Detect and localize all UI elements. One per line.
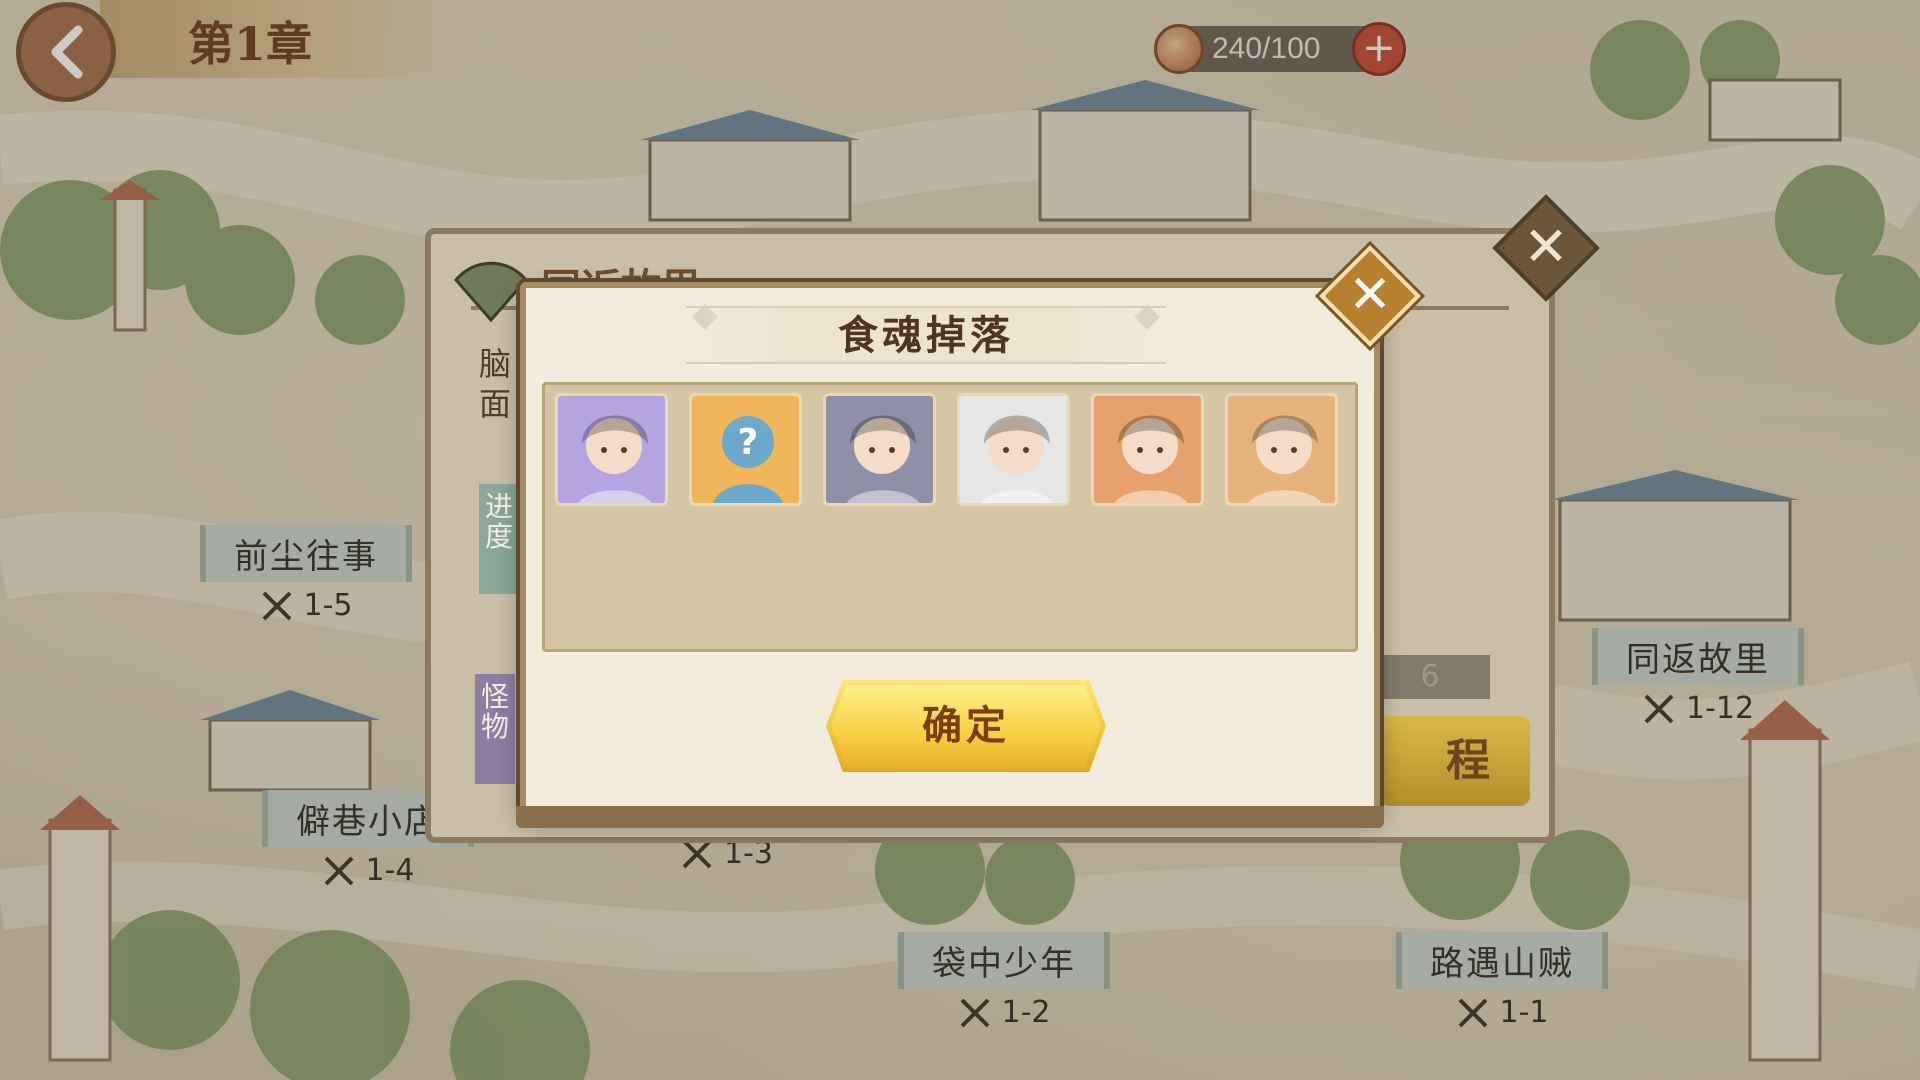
character-portrait xyxy=(1228,396,1335,503)
fan-icon xyxy=(454,261,528,323)
confirm-button[interactable]: 确定 xyxy=(826,680,1106,772)
drop-preview-dialog: 食魂掉落 ✕ ? 确定 xyxy=(516,245,1421,828)
reward-card-unknown-character[interactable]: ? xyxy=(689,393,802,506)
reward-card-black-hair-character[interactable] xyxy=(957,393,1070,506)
svg-text:?: ? xyxy=(738,422,759,463)
reward-list: ? xyxy=(542,382,1358,652)
character-portrait xyxy=(960,396,1067,503)
dialog-bottom-band xyxy=(516,806,1384,828)
question-mark-icon: ? xyxy=(692,396,799,503)
character-portrait xyxy=(1094,396,1201,503)
close-icon: ✕ xyxy=(1348,265,1392,325)
reward-card-blonde-character[interactable] xyxy=(555,393,668,506)
reward-card-grey-character[interactable] xyxy=(823,393,936,506)
dialog-title-bar: 食魂掉落 xyxy=(686,306,1166,364)
dialog-title: 食魂掉落 xyxy=(838,312,1014,359)
tab-progress[interactable]: 进度 xyxy=(479,484,519,594)
close-icon: ✕ xyxy=(1523,215,1569,278)
stage-description: 脑 面 xyxy=(479,345,512,423)
character-portrait xyxy=(826,396,933,503)
confirm-label: 确定 xyxy=(922,702,1010,749)
reward-card-green-hair-character[interactable] xyxy=(1225,393,1338,506)
character-portrait xyxy=(558,396,665,503)
tab-monster[interactable]: 怪物 xyxy=(475,674,515,784)
stage-attempt-count: 6 xyxy=(1370,655,1490,699)
start-journey-button[interactable]: 程 xyxy=(1380,716,1530,806)
reward-card-white-hair-character[interactable] xyxy=(1091,393,1204,506)
